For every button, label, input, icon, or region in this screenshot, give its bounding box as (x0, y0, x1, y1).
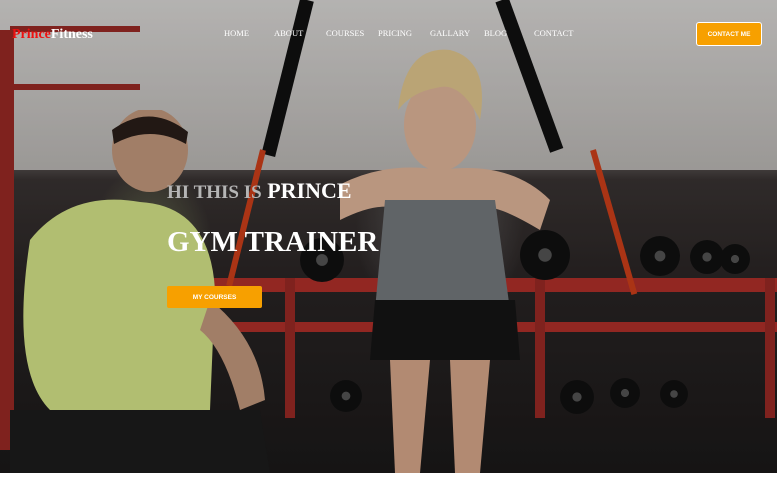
nav-blog[interactable]: BLOG (484, 28, 507, 38)
page-bottom-edge (0, 473, 779, 477)
nav-courses[interactable]: COURSES (326, 28, 364, 38)
my-courses-button[interactable]: MY COURSES (167, 286, 262, 308)
hero-greeting: HI THIS IS PRINCE (167, 178, 352, 204)
hero-title: GYM TRAINER (167, 226, 379, 258)
nav-about[interactable]: ABOUT (274, 28, 303, 38)
brand-logo[interactable]: PrinceFitness (12, 27, 93, 43)
contact-me-button[interactable]: CONTACT ME (696, 22, 762, 46)
nav-gallary[interactable]: GALLARY (430, 28, 470, 38)
brand-name-part1: Prince (12, 27, 51, 42)
hero-overlay (0, 0, 777, 473)
navbar: PrinceFitness HOME ABOUT COURSES PRICING… (0, 0, 777, 66)
hero-section: PrinceFitness HOME ABOUT COURSES PRICING… (0, 0, 777, 473)
nav-pricing[interactable]: PRICING (378, 28, 412, 38)
nav-home[interactable]: HOME (224, 28, 249, 38)
hero-greeting-name: PRINCE (267, 178, 352, 203)
brand-name-part2: Fitness (50, 27, 93, 42)
hero-greeting-prefix: HI THIS IS (167, 182, 262, 203)
nav-contact[interactable]: CONTACT (534, 28, 573, 38)
